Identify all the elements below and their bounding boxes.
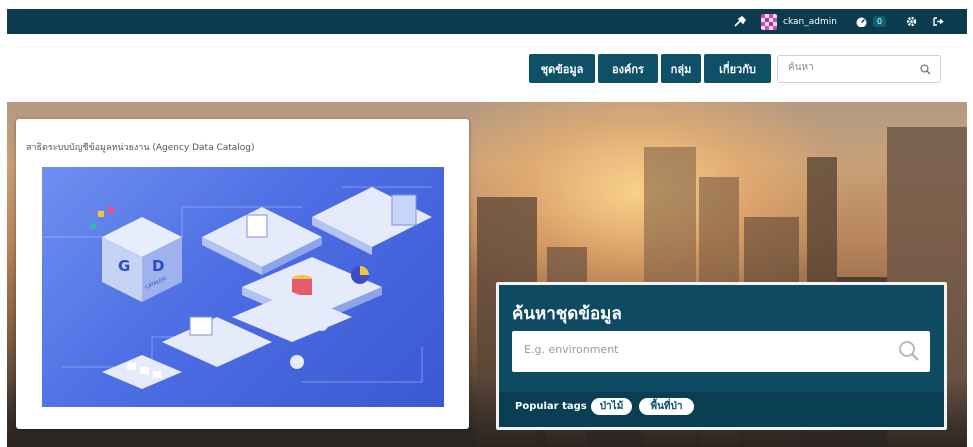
catalog-illustration: G D CATALOG [42,167,444,407]
badge-letter-g: G [118,257,130,275]
site-search-input[interactable] [788,62,918,73]
nav-about-button[interactable]: เกี่ยวกับ [704,54,771,83]
site-search [777,55,941,83]
tag-forest[interactable]: ป่าไม้ [591,398,632,415]
search-icon[interactable] [898,340,920,362]
search-icon[interactable] [920,64,931,75]
tag-forest-area[interactable]: พื้นที่ป่า [639,398,694,415]
logout-icon[interactable] [933,9,944,34]
dataset-search-input[interactable] [524,343,884,356]
account-masthead: ckan_admin 0 [7,9,967,34]
nav-datasets-button[interactable]: ชุดข้อมูล [529,54,595,83]
intro-card-title: สาธิตระบบบัญชีข้อมูลหน่วยงาน (Agency Dat… [26,143,255,153]
username: ckan_admin [783,16,837,27]
sysadmin-icon[interactable] [734,9,746,34]
nav-organizations-button[interactable]: องค์กร [598,54,658,83]
dashboard-icon [856,17,867,27]
dashboard-link[interactable]: 0 [855,9,887,34]
avatar [761,13,777,30]
settings-gear-icon[interactable] [906,9,917,34]
user-link[interactable]: ckan_admin [761,9,837,34]
dashboard-count-badge: 0 [873,16,887,27]
site-header: ชุดข้อมูล องค์กร กลุ่ม เกี่ยวกับ [7,34,967,102]
dataset-search-box [512,331,930,372]
dataset-search-title: ค้นหาชุดข้อมูล [512,304,622,324]
nav-groups-button[interactable]: กลุ่ม [661,54,701,83]
badge-letter-d: D [152,257,164,275]
popular-tags-label: Popular tags [515,401,587,412]
